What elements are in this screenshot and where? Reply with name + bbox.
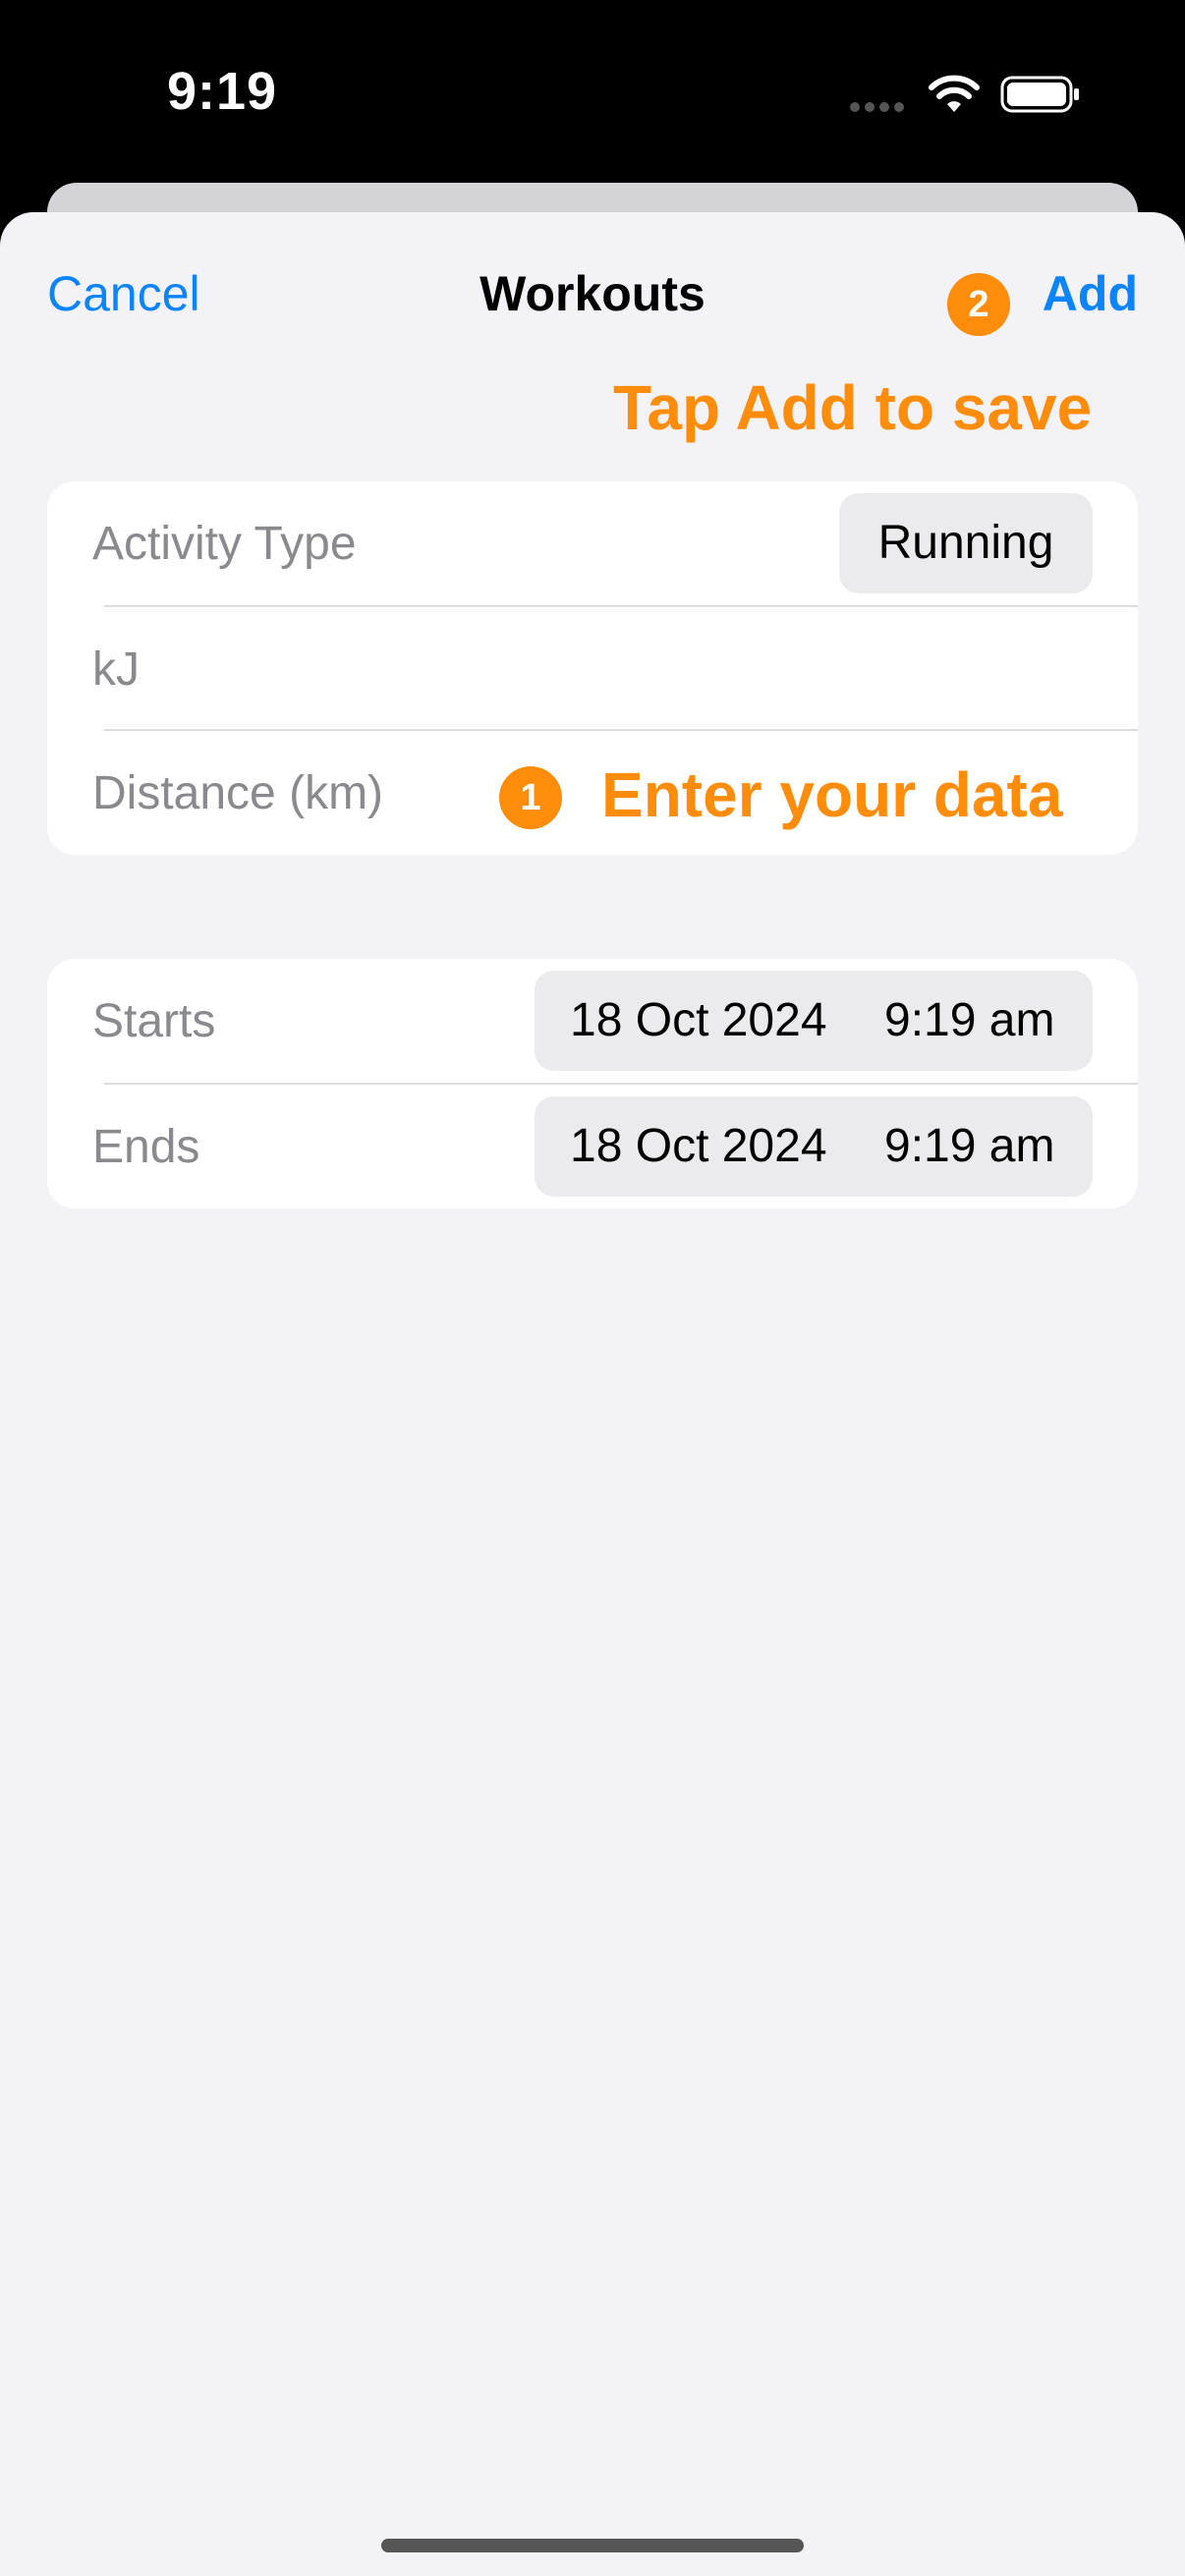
status-time: 9:19 — [167, 62, 278, 121]
step-1-annotation: Enter your data — [601, 759, 1063, 830]
starts-time[interactable]: 9:19 am — [884, 971, 1054, 1071]
step-1-badge: 1 — [499, 766, 562, 829]
activity-type-row[interactable]: Activity Type Running — [47, 481, 1138, 605]
starts-row: Starts 18 Oct 2024 9:19 am — [47, 959, 1138, 1083]
starts-date[interactable]: 18 Oct 2024 — [570, 971, 827, 1071]
ends-date[interactable]: 18 Oct 2024 — [570, 1096, 827, 1197]
starts-label: Starts — [92, 995, 216, 1047]
ends-time[interactable]: 9:19 am — [884, 1096, 1054, 1197]
signal-dots-icon — [850, 102, 905, 112]
schedule-group: Starts 18 Oct 2024 9:19 am Ends 18 Oct 2… — [47, 959, 1138, 1208]
add-button[interactable]: Add — [1043, 265, 1138, 322]
step-2-badge: 2 — [947, 273, 1010, 336]
wifi-icon — [929, 75, 980, 112]
starts-picker[interactable]: 18 Oct 2024 9:19 am — [535, 971, 1093, 1071]
battery-icon — [1000, 76, 1079, 113]
ends-row: Ends 18 Oct 2024 9:19 am — [47, 1085, 1138, 1208]
screen: 9:19 Cancel Workouts Add 2 Tap Add to sa… — [0, 0, 1185, 2576]
energy-row[interactable]: kJ — [47, 607, 1138, 731]
workout-sheet: Cancel Workouts Add 2 Tap Add to save Ac… — [0, 212, 1185, 2576]
activity-type-picker[interactable]: Running — [839, 493, 1093, 593]
ends-label: Ends — [92, 1121, 200, 1173]
energy-field[interactable]: kJ — [92, 643, 140, 697]
distance-field[interactable]: Distance (km) — [92, 766, 383, 820]
home-indicator[interactable] — [381, 2539, 804, 2552]
activity-type-label: Activity Type — [92, 518, 357, 570]
step-2-annotation: Tap Add to save — [613, 372, 1093, 443]
ends-picker[interactable]: 18 Oct 2024 9:19 am — [535, 1096, 1093, 1197]
